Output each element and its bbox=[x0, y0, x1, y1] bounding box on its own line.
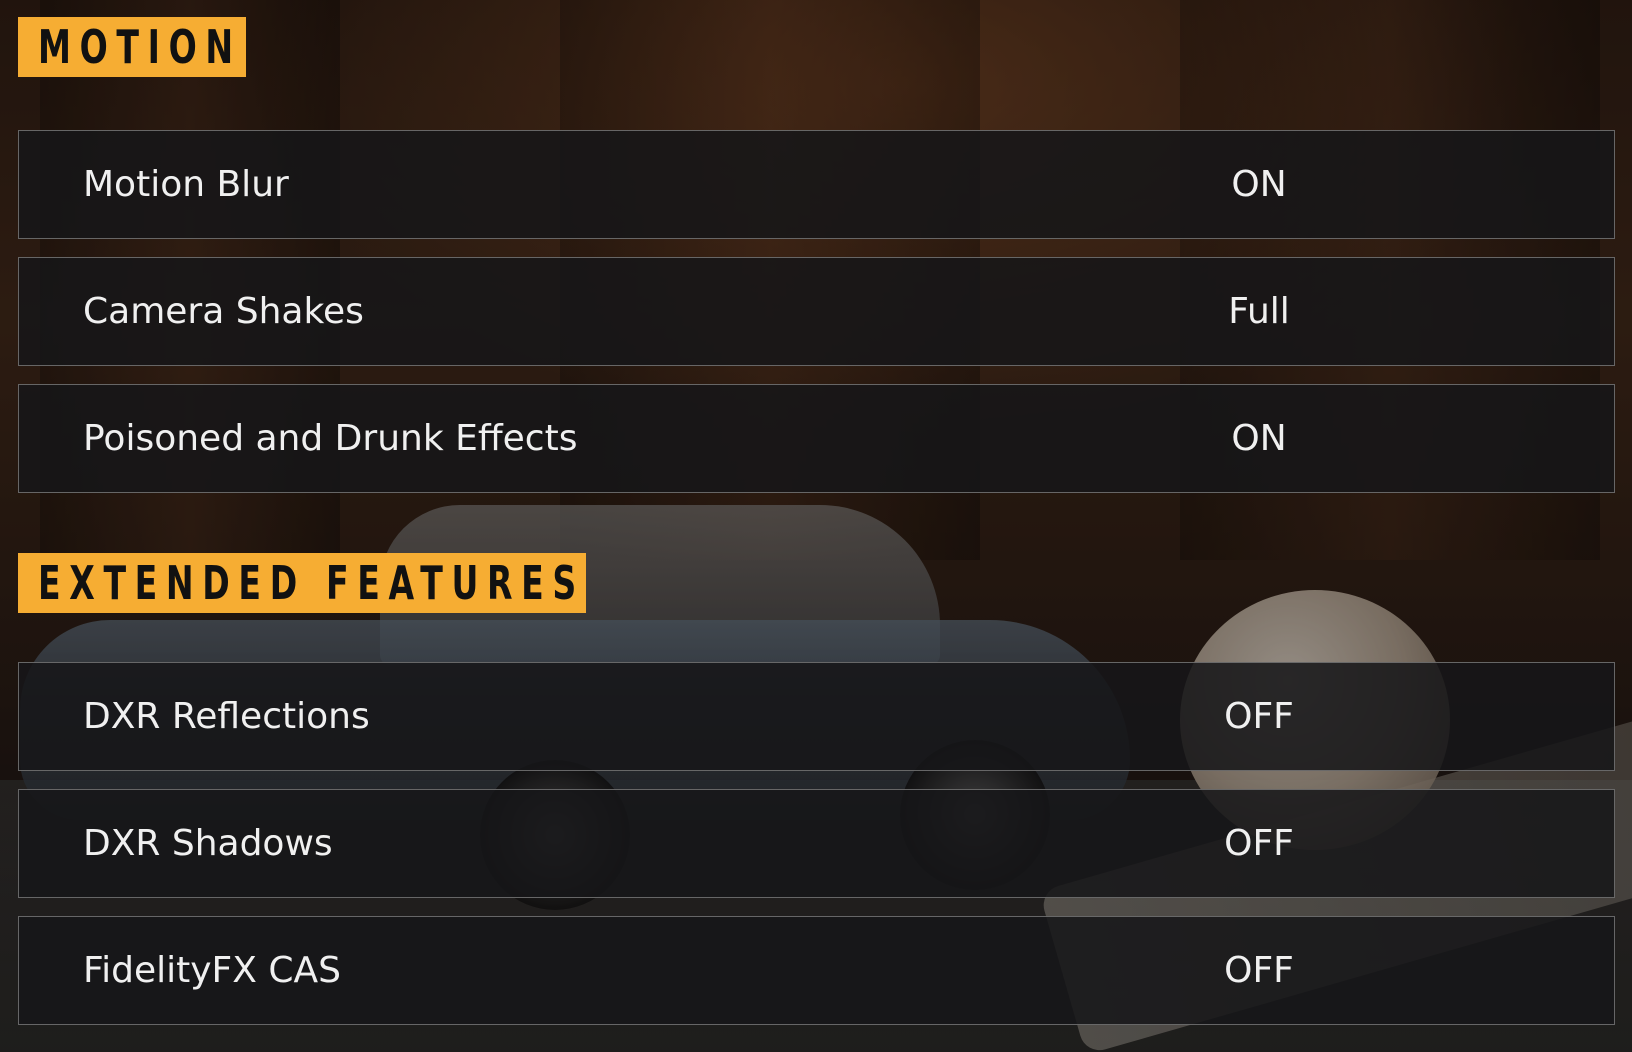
setting-value[interactable]: OFF bbox=[1139, 823, 1379, 864]
setting-label: Camera Shakes bbox=[83, 291, 364, 332]
setting-row-poisoned-drunk-effects[interactable]: Poisoned and Drunk Effects ON bbox=[18, 384, 1615, 493]
section-header-extended-features: EXTENDED FEATURES bbox=[18, 553, 586, 613]
setting-label: DXR Reflections bbox=[83, 696, 370, 737]
setting-label: Poisoned and Drunk Effects bbox=[83, 418, 578, 459]
setting-value[interactable]: OFF bbox=[1139, 696, 1379, 737]
setting-value[interactable]: Full bbox=[1139, 291, 1379, 332]
setting-value[interactable]: ON bbox=[1139, 164, 1379, 205]
setting-row-dxr-reflections[interactable]: DXR Reflections OFF bbox=[18, 662, 1615, 771]
setting-row-fidelityfx-cas[interactable]: FidelityFX CAS OFF bbox=[18, 916, 1615, 1025]
setting-value[interactable]: OFF bbox=[1139, 950, 1379, 991]
setting-row-motion-blur[interactable]: Motion Blur ON bbox=[18, 130, 1615, 239]
section-header-motion: MOTION bbox=[18, 17, 246, 77]
setting-value[interactable]: ON bbox=[1139, 418, 1379, 459]
section-title: MOTION bbox=[38, 20, 242, 74]
setting-row-camera-shakes[interactable]: Camera Shakes Full bbox=[18, 257, 1615, 366]
setting-label: FidelityFX CAS bbox=[83, 950, 341, 991]
setting-label: Motion Blur bbox=[83, 164, 289, 205]
setting-label: DXR Shadows bbox=[83, 823, 333, 864]
setting-row-dxr-shadows[interactable]: DXR Shadows OFF bbox=[18, 789, 1615, 898]
section-title: EXTENDED FEATURES bbox=[38, 556, 585, 610]
